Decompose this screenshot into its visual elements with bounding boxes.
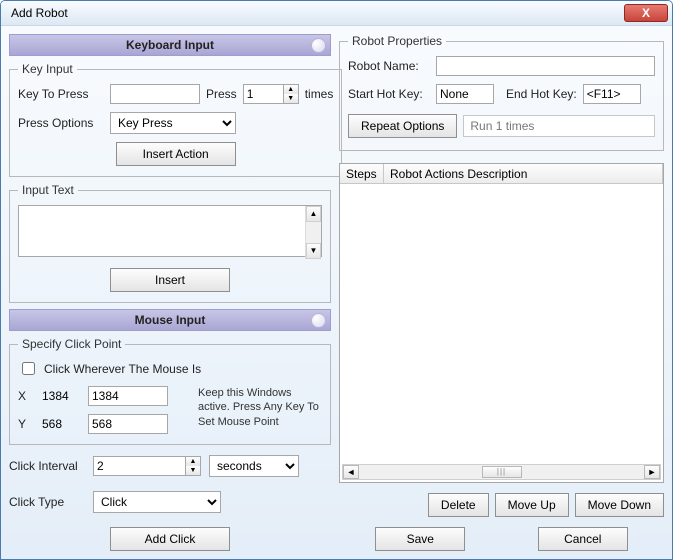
window-title: Add Robot — [11, 6, 624, 20]
textarea-scrollbar[interactable]: ▲▼ — [305, 206, 321, 259]
key-input-legend: Key Input — [18, 62, 77, 76]
key-input-group: Key Input Key To Press Press ▲▼ times Pr… — [9, 62, 342, 177]
specify-click-group: Specify Click Point Click Wherever The M… — [9, 337, 331, 445]
titlebar: Add Robot X — [1, 1, 672, 26]
mouse-input-title: Mouse Input — [135, 313, 206, 327]
body: Keyboard Input Key Input Key To Press Pr… — [1, 26, 672, 559]
insert-action-button[interactable]: Insert Action — [116, 142, 236, 166]
click-type-label: Click Type — [9, 495, 87, 509]
steps-table[interactable]: Steps Robot Actions Description ◄ ||| ► — [339, 163, 664, 483]
right-pane: Robot Properties Robot Name: Start Hot K… — [339, 34, 664, 551]
x-input[interactable] — [88, 386, 168, 406]
specify-click-legend: Specify Click Point — [18, 337, 125, 351]
click-interval-unit-select[interactable]: seconds — [209, 455, 299, 477]
press-options-label: Press Options — [18, 116, 104, 130]
input-text-group: Input Text ▲▼ Insert — [9, 183, 331, 303]
spin-down-icon[interactable]: ▼ — [284, 94, 298, 103]
start-hotkey-label: Start Hot Key: — [348, 87, 430, 101]
press-count-spinner[interactable]: ▲▼ — [243, 84, 299, 104]
spin-up-icon[interactable]: ▲ — [186, 457, 200, 466]
insert-button[interactable]: Insert — [110, 268, 230, 292]
times-label: times — [305, 87, 334, 101]
input-text-textarea[interactable] — [18, 205, 322, 257]
move-down-button[interactable]: Move Down — [575, 493, 664, 517]
move-up-button[interactable]: Move Up — [495, 493, 569, 517]
keyboard-input-header: Keyboard Input — [9, 34, 331, 56]
y-input[interactable] — [88, 414, 168, 434]
input-text-legend: Input Text — [18, 183, 78, 197]
end-hotkey-label: End Hot Key: — [506, 87, 577, 101]
x-label: X — [18, 389, 36, 403]
click-interval-label: Click Interval — [9, 459, 87, 473]
repeat-readout: Run 1 times — [463, 115, 655, 137]
end-hotkey-input[interactable] — [583, 84, 641, 104]
scroll-left-icon[interactable]: ◄ — [343, 465, 359, 479]
y-label: Y — [18, 417, 36, 431]
key-to-press-label: Key To Press — [18, 87, 104, 101]
robot-properties-group: Robot Properties Robot Name: Start Hot K… — [339, 34, 664, 151]
scroll-thumb[interactable]: ||| — [482, 466, 522, 478]
click-wherever-checkbox[interactable] — [22, 362, 35, 375]
collapse-icon[interactable] — [311, 313, 326, 328]
horizontal-scrollbar[interactable]: ◄ ||| ► — [342, 464, 661, 480]
press-count-input[interactable] — [243, 84, 283, 104]
close-icon: X — [642, 6, 650, 20]
scroll-right-icon[interactable]: ► — [644, 465, 660, 479]
add-robot-window: Add Robot X Keyboard Input Key Input Key… — [0, 0, 673, 560]
spin-up-icon[interactable]: ▲ — [284, 85, 298, 94]
col-desc[interactable]: Robot Actions Description — [384, 164, 663, 183]
close-button[interactable]: X — [624, 4, 668, 22]
collapse-icon[interactable] — [311, 38, 326, 53]
robot-name-label: Robot Name: — [348, 59, 430, 73]
click-wherever-label: Click Wherever The Mouse Is — [44, 362, 201, 376]
robot-properties-legend: Robot Properties — [348, 34, 446, 48]
robot-name-input[interactable] — [436, 56, 655, 76]
scroll-down-icon[interactable]: ▼ — [306, 243, 321, 259]
save-button[interactable]: Save — [375, 527, 465, 551]
y-static: 568 — [42, 417, 82, 431]
left-pane: Keyboard Input Key Input Key To Press Pr… — [9, 34, 331, 551]
delete-button[interactable]: Delete — [428, 493, 489, 517]
start-hotkey-input[interactable] — [436, 84, 494, 104]
key-to-press-input[interactable] — [110, 84, 200, 104]
mouse-input-header: Mouse Input — [9, 309, 331, 331]
repeat-options-button[interactable]: Repeat Options — [348, 114, 457, 138]
cancel-button[interactable]: Cancel — [538, 527, 628, 551]
keyboard-input-title: Keyboard Input — [126, 38, 214, 52]
press-options-select[interactable]: Key Press — [110, 112, 236, 134]
click-interval-input[interactable] — [93, 456, 185, 476]
press-label: Press — [206, 87, 237, 101]
col-steps[interactable]: Steps — [340, 164, 384, 183]
add-click-button[interactable]: Add Click — [110, 527, 230, 551]
x-static: 1384 — [42, 389, 82, 403]
spin-down-icon[interactable]: ▼ — [186, 466, 200, 475]
scroll-up-icon[interactable]: ▲ — [306, 206, 321, 222]
mouse-hint: Keep this Windows active. Press Any Key … — [198, 386, 322, 434]
click-interval-spinner[interactable]: ▲▼ — [93, 456, 203, 476]
table-header: Steps Robot Actions Description — [340, 164, 663, 184]
click-type-select[interactable]: Click — [93, 491, 221, 513]
